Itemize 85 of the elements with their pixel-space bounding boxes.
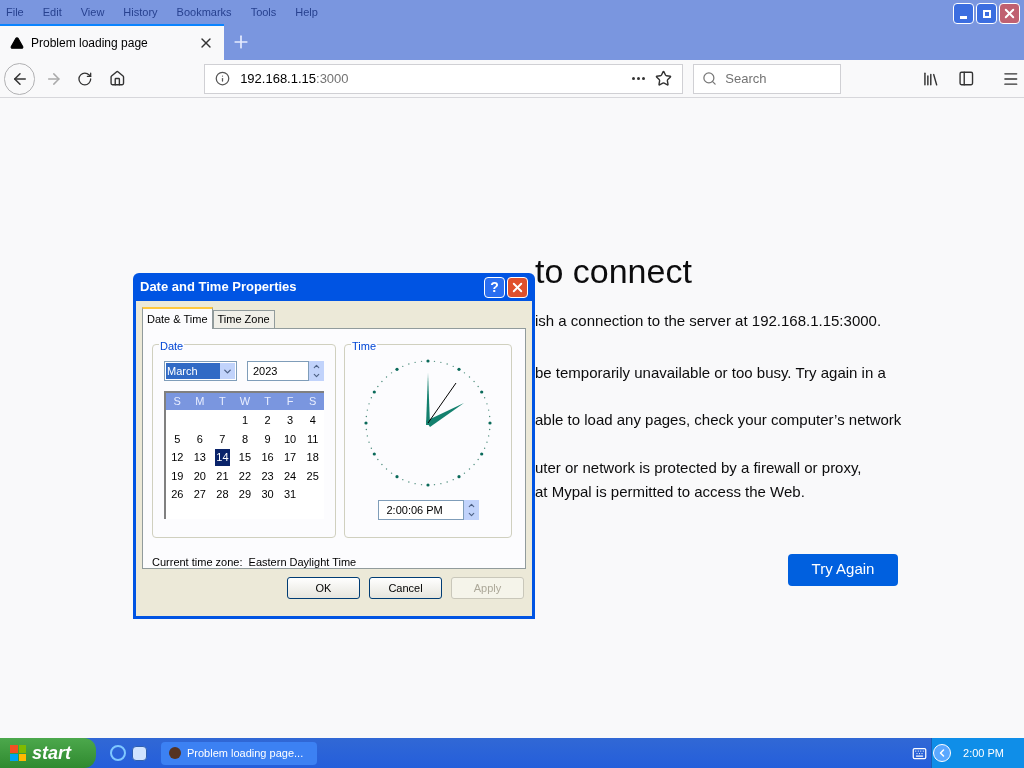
- error-title: to connect: [535, 254, 693, 288]
- search-placeholder: Search: [725, 69, 767, 88]
- calendar-day[interactable]: 15: [237, 449, 253, 466]
- start-button[interactable]: start: [0, 738, 96, 768]
- error-text: able to load any pages, check your computer’s network: [535, 410, 902, 430]
- calendar-day[interactable]: 18: [305, 449, 320, 466]
- calendar-day[interactable]: 24: [283, 467, 298, 484]
- weekday-label: S: [308, 394, 318, 409]
- browser-tab[interactable]: Problem loading page: [0, 24, 224, 60]
- calendar-day[interactable]: 1: [240, 412, 250, 429]
- calendar-day[interactable]: 19: [170, 467, 185, 484]
- calendar-day[interactable]: 26: [170, 486, 185, 503]
- calendar-day[interactable]: 10: [283, 430, 298, 447]
- month-dropdown[interactable]: March: [164, 361, 237, 381]
- sidebar-icon[interactable]: [957, 70, 975, 87]
- search-field[interactable]: Search: [693, 63, 842, 94]
- weekday-label: T: [218, 394, 227, 409]
- calendar-day[interactable]: 13: [192, 449, 207, 466]
- time-zone-text: Current time zone: Eastern Daylight Time: [152, 555, 358, 570]
- browser-quicklaunch-icon[interactable]: [110, 745, 126, 761]
- minimize-button[interactable]: [953, 3, 974, 24]
- taskbar-clock: 2:00 PM: [963, 745, 1004, 761]
- calendar-day[interactable]: 14: [215, 449, 230, 466]
- calendar-day[interactable]: 21: [215, 467, 230, 484]
- weekday-label: M: [194, 394, 206, 409]
- bookmark-star-icon[interactable]: [655, 70, 673, 87]
- warning-icon: [10, 36, 24, 50]
- calendar-day[interactable]: 5: [173, 430, 182, 447]
- close-icon: [1002, 6, 1017, 21]
- calendar-day[interactable]: 31: [283, 486, 298, 503]
- calendar-day[interactable]: 22: [237, 467, 253, 484]
- tab-title: Problem loading page: [31, 35, 149, 52]
- app-quicklaunch-icon[interactable]: [132, 745, 147, 761]
- calendar-day[interactable]: 12: [170, 449, 185, 466]
- weekday-label: S: [172, 394, 182, 409]
- calendar-day[interactable]: 23: [260, 467, 275, 484]
- month-value: March: [166, 362, 220, 380]
- time-field[interactable]: 2:00:06 PM: [377, 500, 464, 520]
- dialog-title: Date and Time Properties: [140, 278, 298, 297]
- more-icon[interactable]: [632, 77, 646, 80]
- reload-icon[interactable]: [76, 70, 93, 87]
- url-text: 192.168.1.15:3000: [240, 69, 350, 88]
- app-icon: [169, 747, 181, 759]
- calendar-day[interactable]: 9: [263, 430, 272, 447]
- calendar-day[interactable]: 28: [215, 486, 230, 503]
- keyboard-icon[interactable]: [912, 745, 928, 761]
- window-close-button[interactable]: [999, 3, 1020, 24]
- info-icon[interactable]: [215, 71, 231, 86]
- dialog-button[interactable]: Cancel: [369, 577, 442, 599]
- calendar-day[interactable]: 7: [218, 430, 227, 447]
- weekday-label: W: [238, 394, 252, 409]
- calendar-day[interactable]: 27: [192, 486, 207, 503]
- home-icon[interactable]: [108, 70, 126, 87]
- calendar-day[interactable]: 20: [192, 467, 207, 484]
- try-again-button[interactable]: Try Again: [788, 553, 898, 586]
- calendar-day[interactable]: 8: [240, 430, 250, 447]
- calendar-day[interactable]: 25: [305, 467, 320, 484]
- calendar-day[interactable]: 30: [260, 486, 275, 503]
- calendar-day[interactable]: 4: [308, 412, 317, 429]
- help-button[interactable]: ?: [484, 276, 505, 298]
- calendar-day[interactable]: 29: [237, 486, 253, 503]
- restore-button[interactable]: [976, 3, 997, 24]
- calendar-day[interactable]: 3: [286, 412, 295, 429]
- calendar-day[interactable]: 16: [260, 449, 275, 466]
- year-spinner[interactable]: [309, 361, 324, 381]
- calendar-day[interactable]: 2: [263, 412, 272, 429]
- year-field[interactable]: 2023: [247, 361, 309, 381]
- error-text: at Mypal is permitted to access the Web.: [535, 482, 806, 502]
- calendar-day[interactable]: 11: [306, 430, 320, 447]
- error-text: ish a connection to the server at 192.168.1.15:3000.: [535, 311, 883, 331]
- dialog-button[interactable]: OK: [287, 577, 360, 599]
- taskbar-task[interactable]: Problem loading page...: [161, 741, 317, 765]
- calendar-day[interactable]: 17: [283, 449, 298, 466]
- windows-logo-icon: [10, 745, 26, 761]
- expand-tray-icon[interactable]: [933, 744, 952, 762]
- dialog-tab[interactable]: Date & Time: [142, 307, 213, 329]
- search-icon: [702, 71, 718, 86]
- weekday-label: F: [285, 394, 295, 409]
- error-text: be temporarily unavailable or too busy. Try again in a: [535, 362, 887, 383]
- close-button[interactable]: [507, 276, 528, 298]
- calendar-day[interactable]: 6: [195, 430, 204, 447]
- error-text: uter or network is protected by a firewall or proxy,: [535, 457, 863, 478]
- weekday-label: T: [263, 394, 272, 409]
- task-label: Problem loading page...: [187, 745, 304, 761]
- address-bar[interactable]: 192.168.1.15:3000: [204, 63, 684, 94]
